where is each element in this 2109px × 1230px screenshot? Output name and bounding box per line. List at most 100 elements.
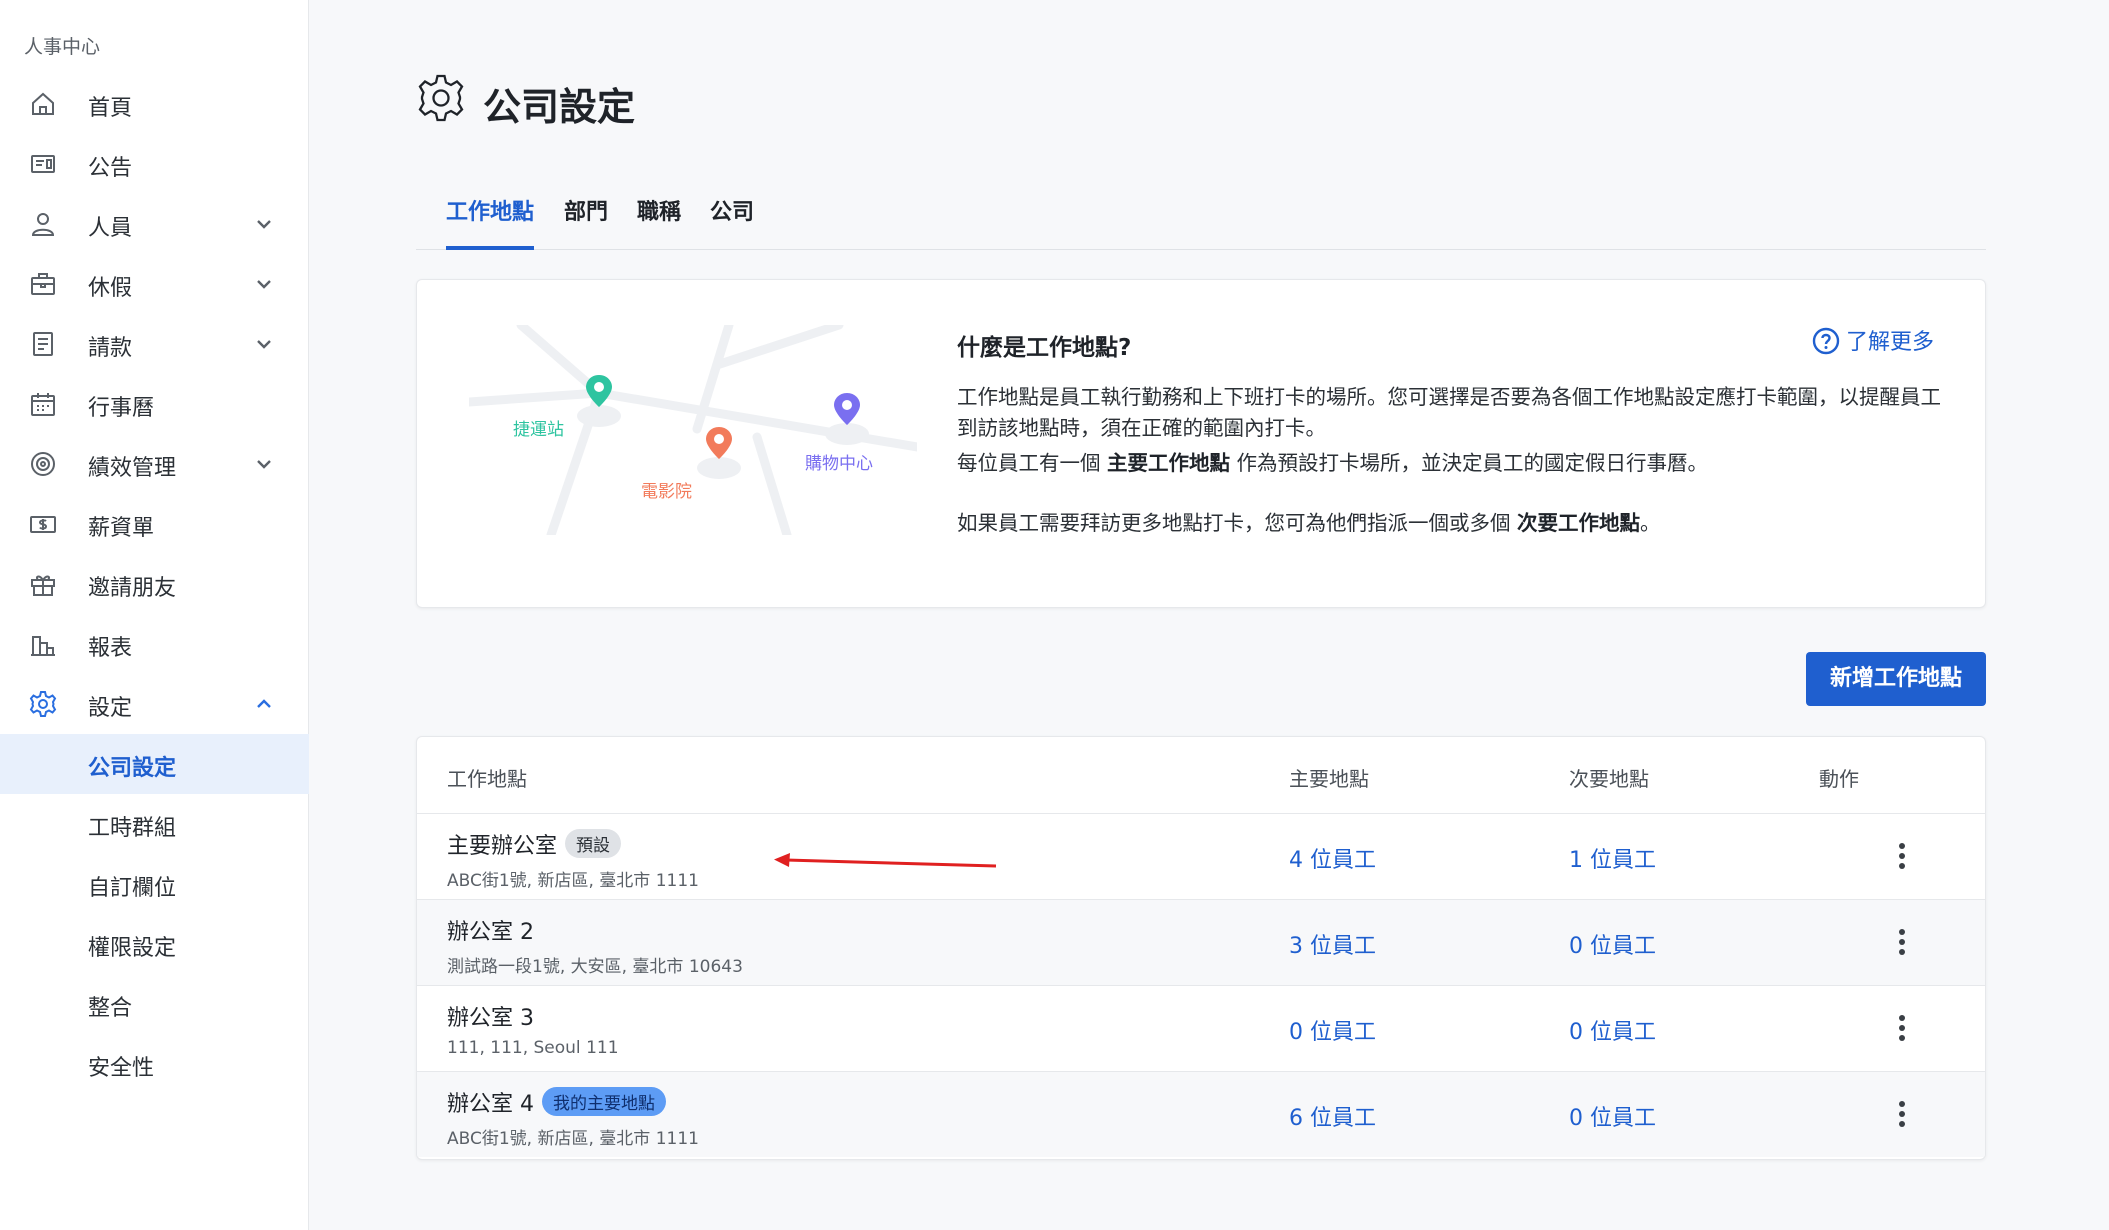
map-illustration: 捷運站 電影院 購物中心 [464,320,922,540]
report-icon [28,629,58,659]
org-name: 人事中心 [24,36,101,58]
primary-employees-link[interactable]: 3 位員工 [1289,928,1376,960]
target-icon [28,449,58,479]
map-pin-icon [706,427,732,459]
sidebar-item-settings[interactable]: 設定 [0,674,309,734]
info-title: 什麼是工作地點? [957,335,1132,361]
payslip-icon [28,509,58,539]
location-name[interactable]: 辦公室 2 [447,914,534,946]
sidebar-item-people[interactable]: 人員 [0,194,309,254]
sidebar-subitem-company-settings[interactable]: 公司設定 [0,734,309,794]
sidebar-item-label: 邀請朋友 [88,576,177,601]
work-location-info-card: 捷運站 電影院 購物中心 什麼是工作地點? 了解更多 工作地點是員工執行勤務和上… [416,279,1986,608]
primary-employees-link[interactable]: 0 位員工 [1289,1014,1376,1046]
secondary-employees-link[interactable]: 0 位員工 [1569,1100,1656,1132]
help-icon [1812,327,1840,355]
table-row: 辦公室 4 我的主要地點 ABC街1號, 新店區, 臺北市 1111 6 位員工 … [417,1071,1985,1157]
info-emphasis: 主要工作地點 [1107,451,1231,475]
sidebar-subitem-label: 安全性 [88,1056,155,1081]
location-name[interactable]: 主要辦公室 預設 [447,828,622,860]
more-options-icon[interactable] [1889,1012,1915,1044]
person-icon [28,209,58,239]
gear-icon [415,72,467,124]
tab-work-locations[interactable]: 工作地點 [446,194,535,250]
sidebar-item-label: 休假 [88,276,133,301]
table-row: 主要辦公室 預設 ABC街1號, 新店區, 臺北市 1111 4 位員工 1 位員… [417,813,1985,899]
page-title: 公司設定 [483,85,636,129]
sidebar-item-label: 首頁 [88,96,133,121]
sidebar-item-label: 報表 [88,636,133,661]
tab-job-titles[interactable]: 職稱 [637,194,681,250]
sidebar-item-label: 請款 [88,336,133,361]
more-options-icon[interactable] [1889,926,1915,958]
chevron-down-icon [252,272,276,296]
sidebar-subitem-security[interactable]: 安全性 [0,1034,309,1094]
location-name[interactable]: 辦公室 4 我的主要地點 [447,1086,666,1118]
sidebar-item-claims[interactable]: 請款 [0,314,309,374]
map-label-mall: 購物中心 [805,454,873,474]
announcement-icon [28,149,58,179]
primary-employees-link[interactable]: 4 位員工 [1289,842,1376,874]
sidebar-item-invite[interactable]: 邀請朋友 [0,554,309,614]
info-text: 如果員工需要拜訪更多地點打卡，您可為他們指派一個或多個 [957,511,1518,535]
sidebar-subitem-integrations[interactable]: 整合 [0,974,309,1034]
sidebar-item-performance[interactable]: 績效管理 [0,434,309,494]
chevron-down-icon [252,452,276,476]
sidebar-item-label: 薪資單 [88,516,155,541]
tab-company[interactable]: 公司 [710,194,754,250]
sidebar: 人事中心 首頁 公告 人員 休假 請款 行事曆 績效管理 薪資單 邀請朋友 報表… [0,0,309,1230]
column-header-location: 工作地點 [447,767,527,791]
primary-employees-link[interactable]: 6 位員工 [1289,1100,1376,1132]
info-text: 。 [1640,511,1661,535]
map-label-cinema: 電影院 [641,482,692,502]
map-pin-mall [825,393,869,445]
info-text: 每位員工有一個 [957,451,1108,475]
work-locations-table: 工作地點 主要地點 次要地點 動作 主要辦公室 預設 ABC街1號, 新店區, 臺… [416,736,1986,1160]
home-icon [28,89,58,119]
learn-more-label: 了解更多 [1846,330,1935,355]
secondary-employees-link[interactable]: 0 位員工 [1569,1014,1656,1046]
location-name[interactable]: 辦公室 3 [447,1000,534,1032]
sidebar-item-leave[interactable]: 休假 [0,254,309,314]
secondary-employees-link[interactable]: 0 位員工 [1569,928,1656,960]
map-pin-cinema [697,427,741,479]
my-primary-badge: 我的主要地點 [542,1087,666,1116]
tab-bar: 工作地點 部門 職稱 公司 [416,186,1986,250]
chevron-down-icon [252,332,276,356]
more-options-icon[interactable] [1889,1098,1915,1130]
location-address: ABC街1號, 新店區, 臺北市 1111 [447,871,699,891]
sidebar-subitem-label: 工時群組 [88,816,177,841]
sidebar-item-reports[interactable]: 報表 [0,614,309,674]
sidebar-subitem-label: 整合 [88,996,133,1021]
map-pin-station [577,375,621,427]
default-badge: 預設 [565,829,622,858]
more-options-icon[interactable] [1889,840,1915,872]
sidebar-item-home[interactable]: 首頁 [0,74,309,134]
info-paragraph-3: 如果員工需要拜訪更多地點打卡，您可為他們指派一個或多個 次要工作地點。 [957,508,1947,539]
learn-more-link[interactable]: 了解更多 [1812,324,1934,356]
sidebar-item-payslip[interactable]: 薪資單 [0,494,309,554]
sidebar-item-label: 公告 [88,156,133,181]
location-address: 111, 111, Seoul 111 [447,1038,619,1058]
tab-departments[interactable]: 部門 [564,194,608,250]
column-header-secondary: 次要地點 [1569,767,1649,791]
gear-icon [28,689,58,719]
add-work-location-button[interactable]: 新增工作地點 [1806,652,1986,706]
sidebar-subitem-custom-fields[interactable]: 自訂欄位 [0,854,309,914]
location-address: 測試路一段1號, 大安區, 臺北市 10643 [447,957,743,977]
secondary-employees-link[interactable]: 1 位員工 [1569,842,1656,874]
location-address: ABC街1號, 新店區, 臺北市 1111 [447,1129,699,1149]
sidebar-subitem-work-hour-groups[interactable]: 工時群組 [0,794,309,854]
sidebar-item-calendar[interactable]: 行事曆 [0,374,309,434]
location-name-text: 辦公室 4 [447,1092,534,1117]
info-paragraph-1: 工作地點是員工執行勤務和上下班打卡的場所。您可選擇是否要為各個工作地點設定應打卡… [957,385,1941,440]
info-emphasis: 次要工作地點 [1517,511,1641,535]
table-row: 辦公室 3 111, 111, Seoul 111 0 位員工 0 位員工 [417,985,1985,1071]
info-paragraph-2: 每位員工有一個 主要工作地點 作為預設打卡場所，並決定員工的國定假日行事曆。 [957,448,1947,479]
sidebar-item-announcements[interactable]: 公告 [0,134,309,194]
sidebar-item-label: 設定 [88,696,133,721]
column-header-primary: 主要地點 [1289,767,1369,791]
info-text: 作為預設打卡場所，並決定員工的國定假日行事曆。 [1230,451,1709,475]
sidebar-subitem-permissions[interactable]: 權限設定 [0,914,309,974]
sidebar-subitem-label: 公司設定 [88,756,177,781]
